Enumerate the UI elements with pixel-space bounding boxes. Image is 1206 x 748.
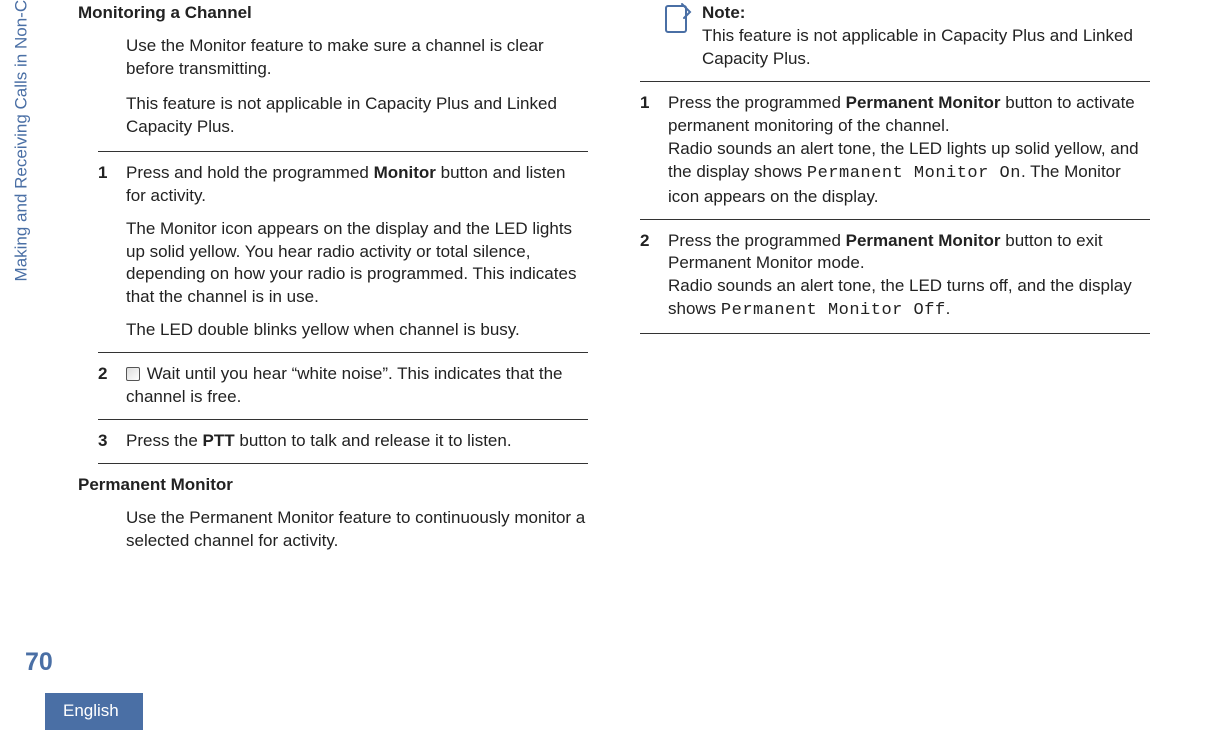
step-body: Press and hold the programmed Monitor bu… [126, 162, 588, 343]
note-body: Note: This feature is not applicable in … [702, 2, 1150, 71]
text: Press the programmed [668, 93, 846, 112]
bold-text: Monitor [374, 163, 436, 182]
chapter-title: Making and Receiving Calls in Non-Connec… [11, 0, 34, 281]
section-title-permanent-monitor: Permanent Monitor [78, 474, 588, 497]
section-title-monitoring: Monitoring a Channel [78, 2, 588, 25]
text: Wait until you hear “white noise”. This … [126, 364, 562, 406]
step-1: 1 Press and hold the programmed Monitor … [98, 151, 588, 353]
intro-paragraph: This feature is not applicable in Capaci… [126, 93, 588, 139]
intro-paragraph: Use the Permanent Monitor feature to con… [126, 507, 588, 553]
main-content: Monitoring a Channel Use the Monitor fea… [78, 2, 1178, 565]
intro-paragraph: Use the Monitor feature to make sure a c… [126, 35, 588, 81]
monitor-icon [126, 367, 140, 381]
step-2: 2 Wait until you hear “white noise”. Thi… [98, 352, 588, 419]
bold-text: Permanent Monitor [846, 231, 1001, 250]
note-text: This feature is not applicable in Capaci… [702, 25, 1150, 71]
text: Press the [126, 431, 203, 450]
step-body: Press the programmed Permanent Monitor b… [668, 92, 1150, 209]
text: The Monitor icon appears on the display … [126, 218, 588, 310]
display-text: Permanent Monitor On [807, 164, 1021, 183]
text: button to talk and release it to listen. [235, 431, 512, 450]
text: The LED double blinks yellow when channe… [126, 319, 588, 342]
step-number: 1 [98, 162, 126, 343]
display-text: Permanent Monitor Off [721, 301, 946, 320]
step-2: 2 Press the programmed Permanent Monitor… [640, 219, 1150, 335]
step-body: Press the PTT button to talk and release… [126, 430, 588, 453]
column-left: Monitoring a Channel Use the Monitor fea… [78, 2, 588, 565]
note-label: Note: [702, 2, 1150, 25]
step-body: Press the programmed Permanent Monitor b… [668, 230, 1150, 324]
bold-text: Permanent Monitor [846, 93, 1001, 112]
text: Press and hold the programmed [126, 163, 374, 182]
step-body: Wait until you hear “white noise”. This … [126, 363, 588, 409]
language-badge: English [45, 693, 143, 730]
note-box: Note: This feature is not applicable in … [660, 2, 1150, 71]
step-3: 3 Press the PTT button to talk and relea… [98, 419, 588, 464]
step-number: 3 [98, 430, 126, 453]
step-number: 2 [640, 230, 668, 324]
note-icon [660, 2, 702, 71]
column-right: Note: This feature is not applicable in … [640, 2, 1150, 565]
page-number: 70 [25, 646, 53, 680]
text: . [946, 299, 951, 318]
step-number: 1 [640, 92, 668, 209]
step-1: 1 Press the programmed Permanent Monitor… [640, 81, 1150, 219]
bold-text: PTT [203, 431, 235, 450]
text: Press the programmed [668, 231, 846, 250]
step-number: 2 [98, 363, 126, 409]
